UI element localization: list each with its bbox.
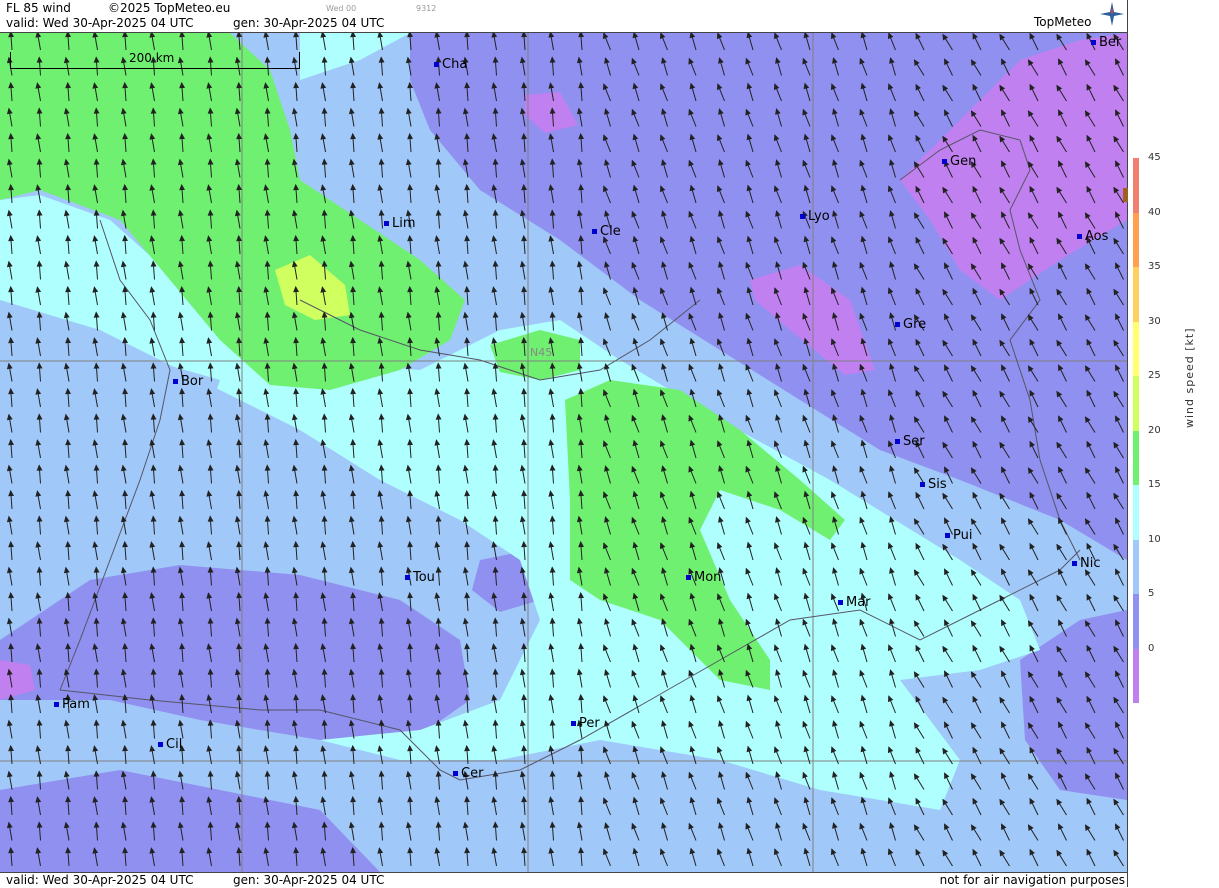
city-label: Lim: [392, 216, 416, 231]
city-label: Ber: [1099, 35, 1122, 50]
city-lyo: Lyo: [800, 209, 830, 224]
city-marker-icon: [173, 379, 178, 384]
city-label: Aos: [1085, 229, 1109, 244]
city-ser: Ser: [895, 434, 925, 449]
city-cha: Cha: [434, 57, 467, 72]
city-marker-icon: [920, 482, 925, 487]
city-label: Bor: [181, 374, 204, 389]
legend-tick-label: 5: [1148, 588, 1155, 599]
city-marker-icon: [895, 439, 900, 444]
city-mon: Mon: [686, 570, 721, 585]
legend-tick-label: 45: [1148, 152, 1161, 163]
legend-tick-label: 40: [1148, 206, 1161, 218]
city-label: Gre: [903, 317, 927, 332]
city-sis: Sis: [920, 477, 947, 492]
city-label: Ser: [903, 434, 925, 449]
city-per: Per: [571, 716, 600, 731]
valid-time: valid: Wed 30-Apr-2025 04 UTC: [6, 16, 194, 30]
city-marker-icon: [54, 702, 59, 707]
legend-marker: [1123, 188, 1128, 202]
city-label: Cle: [600, 224, 621, 239]
footer: valid: Wed 30-Apr-2025 04 UTC gen: 30-Ap…: [0, 872, 1127, 888]
scale-bar: 200 km: [10, 51, 300, 69]
city-label: Pam: [62, 697, 90, 712]
header: FL 85 wind ©2025 TopMeteo.eu Wed 00 9312…: [0, 0, 1127, 33]
city-marker-icon: [384, 221, 389, 226]
topmeteo-logo-icon: [1100, 2, 1124, 26]
legend-color-cell: [1133, 376, 1139, 431]
city-label: Cha: [442, 57, 468, 72]
city-nic: Nic: [1072, 556, 1100, 571]
city-marker-icon: [838, 600, 843, 605]
gen-time: gen: 30-Apr-2025 04 UTC: [233, 16, 385, 30]
city-marker-icon: [571, 721, 576, 726]
copyright: ©2025 TopMeteo.eu: [108, 1, 231, 15]
city-pui: Pui: [945, 528, 972, 543]
legend-tick-label: 30: [1148, 315, 1161, 327]
city-label: Gen: [950, 154, 977, 169]
city-marker-icon: [453, 771, 458, 776]
city-label: Sis: [928, 477, 947, 492]
run-label: Wed 00: [326, 4, 357, 13]
footer-valid: valid: Wed 30-Apr-2025 04 UTC: [6, 873, 194, 887]
legend-tick-label: 15: [1148, 479, 1161, 490]
legend-color-cell: [1133, 212, 1139, 267]
latitude-label: N45: [530, 346, 553, 359]
city-gre: Gre: [895, 317, 926, 332]
city-marker-icon: [405, 575, 410, 580]
city-bor: Bor: [173, 374, 203, 389]
city-cer: Cer: [453, 766, 483, 781]
city-tou: Tou: [405, 570, 435, 585]
legend-panel: 45 40 35 30 25 20 15 10 5 0: [1123, 0, 1219, 887]
product-title: FL 85 wind: [6, 1, 71, 15]
city-label: Mar: [846, 595, 871, 610]
city-marker-icon: [945, 533, 950, 538]
scale-label: 200 km: [129, 51, 175, 65]
city-marker-icon: [800, 214, 805, 219]
legend-color-cell: [1133, 267, 1139, 322]
legend-color-cell: [1133, 594, 1139, 649]
city-label: Mon: [694, 570, 722, 585]
legend-tick-label: 20: [1148, 424, 1161, 436]
city-cil: Cil: [158, 737, 182, 752]
city-label: Cer: [461, 766, 484, 781]
legend-title: wind speed [kt]: [1183, 327, 1196, 429]
city-marker-icon: [1091, 40, 1096, 45]
legend-color-cell: [1133, 648, 1139, 703]
city-ber: Ber: [1091, 35, 1121, 50]
city-marker-icon: [942, 159, 947, 164]
city-marker-icon: [895, 322, 900, 327]
city-marker-icon: [434, 62, 439, 67]
city-marker-icon: [1077, 234, 1082, 239]
legend-tick-label: 0: [1148, 642, 1155, 654]
city-label: Tou: [413, 570, 435, 585]
city-label: Per: [579, 716, 600, 731]
city-lim: Lim: [384, 216, 416, 231]
legend-color-cell: [1133, 539, 1139, 594]
disclaimer: not for air navigation purposes: [939, 873, 1125, 887]
city-label: Nic: [1080, 556, 1101, 571]
city-label: Lyo: [808, 209, 830, 224]
city-gen: Gen: [942, 154, 976, 169]
legend-tick-label: 35: [1148, 261, 1161, 272]
city-marker-icon: [1072, 561, 1077, 566]
logo-text: TopMeteo: [1034, 15, 1092, 29]
code-label: 9312: [416, 4, 437, 13]
city-marker-icon: [158, 742, 163, 747]
legend-color-cell: [1133, 158, 1139, 213]
city-label: Pui: [953, 528, 973, 543]
city-aos: Aos: [1077, 229, 1108, 244]
legend-color-cell: [1133, 430, 1139, 485]
footer-gen: gen: 30-Apr-2025 04 UTC: [233, 873, 385, 887]
city-marker-icon: [592, 229, 597, 234]
city-pam: Pam: [54, 697, 90, 712]
legend-color-cell: [1133, 485, 1139, 540]
city-marker-icon: [686, 575, 691, 580]
legend-color-cell: [1133, 321, 1139, 376]
city-mar: Mar: [838, 595, 871, 610]
legend-tick-label: 25: [1148, 370, 1161, 381]
legend-tick-label: 10: [1148, 533, 1161, 545]
city-cle: Cle: [592, 224, 621, 239]
city-label: Cil: [166, 737, 183, 752]
